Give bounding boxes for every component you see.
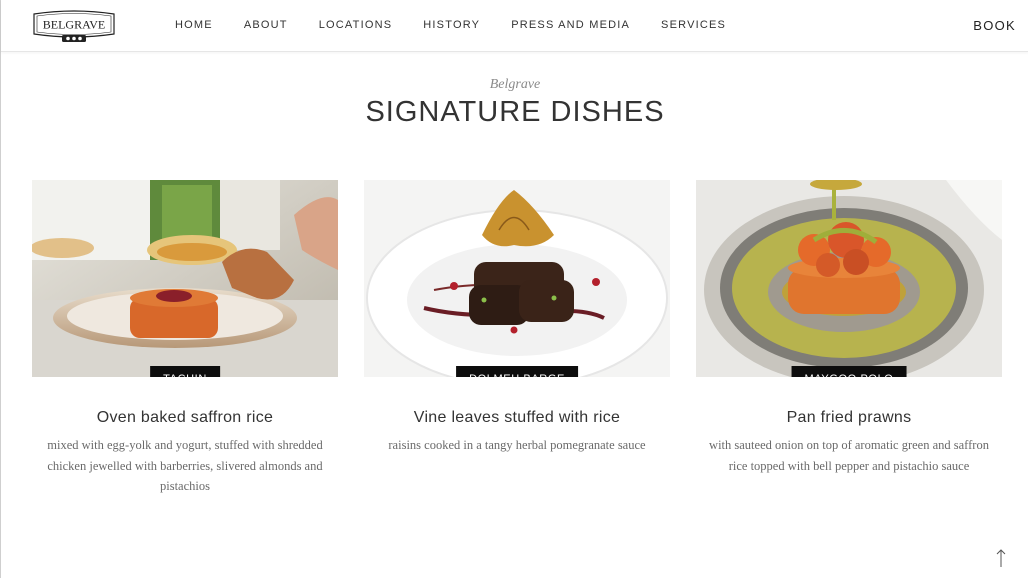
arrow-up-icon [996, 549, 1006, 567]
svg-text:BELGRAVE: BELGRAVE [43, 18, 105, 32]
dish-photo-tachin[interactable]: TACHIN [32, 180, 338, 377]
nav-locations[interactable]: LOCATIONS [319, 19, 393, 31]
scroll-to-top-button[interactable] [994, 548, 1008, 568]
dish-name: Oven baked saffron rice [96, 409, 274, 426]
dish-description: with sauteed onion on top of aromatic gr… [709, 438, 989, 473]
dish-photo-maygoo-polo[interactable]: MAYGOO POLO [696, 180, 1002, 377]
dish-photo-dolmeh-barge[interactable]: DOLMEH BARGE [364, 180, 670, 377]
dish-tag-dolmeh-barge[interactable]: DOLMEH BARGE [456, 366, 578, 377]
nav-services[interactable]: SERVICES [661, 19, 726, 31]
dish-card-tachin: TACHIN Oven baked saffron rice mixed wit… [32, 180, 338, 497]
dish-description: mixed with egg-yolk and yogurt, stuffed … [47, 438, 323, 493]
nav-history[interactable]: HISTORY [423, 19, 480, 31]
nav-about[interactable]: ABOUT [244, 19, 288, 31]
section-subtitle: Belgrave [489, 77, 541, 92]
dish-name: Pan fried prawns [786, 409, 912, 426]
section-title: SIGNATURE DISHES [365, 96, 665, 128]
belgrave-logo[interactable]: BELGRAVE [32, 10, 116, 43]
dish-tag-tachin[interactable]: TACHIN [150, 366, 220, 377]
top-navbar: BELGRAVE HOME ABOUT LOCATIONS HISTORY PR… [1, 0, 1028, 52]
dish-description: raisins cooked in a tangy herbal pomegra… [388, 438, 646, 452]
dish-name: Vine leaves stuffed with rice [413, 409, 621, 426]
dish-card-dolmeh-barge: DOLMEH BARGE Vine leaves stuffed with ri… [364, 180, 670, 456]
nav-press-and-media[interactable]: PRESS AND MEDIA [511, 19, 630, 31]
main-nav: HOME ABOUT LOCATIONS HISTORY PRESS AND M… [175, 19, 757, 31]
book-button[interactable]: BOOK [973, 18, 1016, 33]
dish-tag-maygoo-polo[interactable]: MAYGOO POLO [791, 366, 907, 377]
dish-card-maygoo-polo: MAYGOO POLO Pan fried prawns with sautee… [696, 180, 1002, 476]
nav-home[interactable]: HOME [175, 19, 213, 31]
